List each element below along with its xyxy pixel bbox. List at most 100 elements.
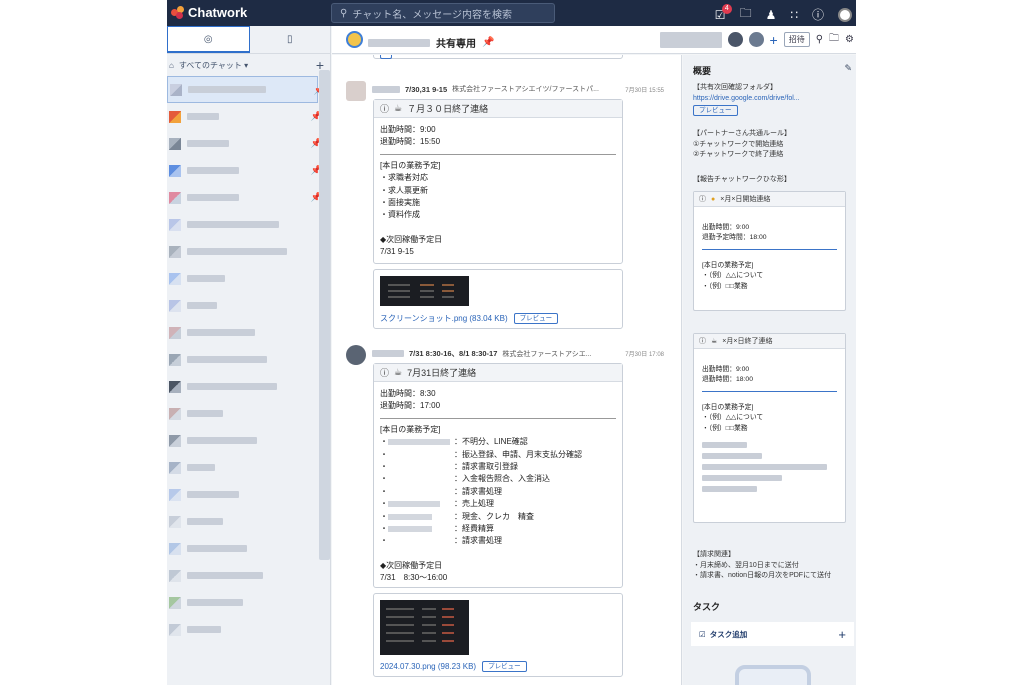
room-name-redacted [187, 248, 287, 255]
member-avatar[interactable] [727, 32, 743, 47]
member-count-avatar[interactable] [748, 32, 764, 47]
sidebar-room-item[interactable]: 📌 [167, 103, 330, 130]
sidebar-room-item[interactable] [167, 211, 330, 238]
sidebar-room-item[interactable] [167, 292, 330, 319]
room-name-redacted [187, 275, 225, 282]
settings-gear-icon[interactable]: ⚙ [845, 34, 854, 45]
redacted-block [702, 442, 837, 493]
next-shift-value: 7/31 8:30～16:00 [380, 573, 448, 583]
section-title: [本日の業務予定] [380, 424, 441, 434]
add-member-icon[interactable]: + [770, 32, 778, 48]
search-icon: ⚲ [340, 7, 348, 19]
task-title: ７月３０日終了連絡 [407, 104, 489, 114]
sidebar-room-item[interactable] [167, 265, 330, 292]
sender-avatar[interactable] [346, 81, 366, 101]
preview-button[interactable] [380, 55, 392, 59]
template-line: 出勤時間：9:00 [702, 224, 750, 231]
info-icon[interactable]: ⓘ [699, 194, 706, 204]
app-logo[interactable]: Chatwork [171, 5, 247, 20]
preview-button[interactable]: プレビュー [693, 105, 738, 117]
tab-bookmarks[interactable]: ▯ [250, 26, 331, 53]
clock-out-line: 退勤時間：17:00 [380, 401, 441, 411]
edit-pencil-icon[interactable]: ✎ [844, 63, 852, 74]
bullet: ・ [380, 511, 388, 521]
sidebar-room-item[interactable] [167, 562, 330, 589]
sidebar-room-item[interactable] [167, 589, 330, 616]
sidebar-room-item[interactable] [167, 535, 330, 562]
sidebar-room-item[interactable] [167, 346, 330, 373]
contacts-icon[interactable]: ♟ [766, 8, 777, 22]
sidebar-room-item[interactable]: 📌 [167, 157, 330, 184]
room-icon [169, 542, 181, 555]
add-task-plus-icon[interactable]: + [838, 627, 846, 642]
attachment-filename[interactable]: 2024.07.30.png (98.23 KB) [380, 662, 476, 671]
search-icon[interactable]: ⚲ [816, 34, 823, 45]
info-icon[interactable]: ⓘ [812, 6, 824, 23]
template-card-header: ⓘ ● ×月×日開始連絡 [694, 192, 845, 207]
pin-icon[interactable]: 📌 [482, 37, 494, 48]
message-time: 7月30日 17:08 [625, 352, 664, 358]
bullet: ・ [380, 524, 388, 534]
info-icon[interactable]: ⓘ [380, 366, 389, 379]
sidebar-room-item[interactable]: 📌 [167, 76, 325, 103]
template-line: 出勤時間：9:00 [702, 366, 750, 373]
info-icon[interactable]: ⓘ [380, 102, 389, 115]
template-line: ・（例）△△について [702, 414, 764, 422]
task-item: ・ ：現金、クレカ 精査 [380, 511, 616, 523]
search-input[interactable]: ⚲ チャット名、メッセージ内容を検索 [331, 3, 555, 23]
room-icon [169, 164, 181, 177]
room-name-redacted [187, 599, 243, 606]
screenshot-thumbnail[interactable] [380, 600, 469, 655]
sidebar-room-item[interactable] [167, 481, 330, 508]
room-title-text: 共有専用 [436, 39, 476, 50]
sidebar-room-item[interactable] [167, 319, 330, 346]
preview-button[interactable]: プレビュー [513, 313, 559, 324]
sidebar-room-item[interactable] [167, 454, 330, 481]
info-icon[interactable]: ⓘ [699, 336, 706, 346]
sender-avatar[interactable] [346, 345, 366, 365]
template-start-card: ⓘ ● ×月×日開始連絡 出勤時間：9:00 退勤予定時間：18:00 [本日の… [693, 191, 846, 311]
template-card-title: ×月×日終了連絡 [722, 338, 773, 345]
divider [702, 248, 837, 250]
chat-filter[interactable]: ⌂ すべてのチャット ▾ + [167, 54, 330, 76]
room-icon [169, 569, 181, 582]
room-name-redacted [187, 221, 279, 228]
sidebar-room-item[interactable] [167, 616, 330, 643]
sidebar-room-item[interactable] [167, 400, 330, 427]
task-check-icon[interactable]: ☑ 4 [715, 3, 732, 22]
summary-title: 概要 [693, 66, 712, 76]
invite-button[interactable]: 招待 [783, 32, 810, 47]
chat-list-sidebar: ◎ ▯ ⌂ すべてのチャット ▾ + 📌📌📌📌📌 [167, 26, 331, 685]
chatwork-logo-icon [171, 6, 184, 19]
search-placeholder: チャット名、メッセージ内容を検索 [352, 9, 513, 21]
sidebar-room-item[interactable]: 📌 [167, 184, 330, 211]
user-avatar[interactable] [838, 7, 852, 22]
top-bar: Chatwork ⚲ チャット名、メッセージ内容を検索 ☑ 4 🗀 ♟ ∷ ⓘ [167, 0, 856, 26]
folder-link[interactable]: https://drive.google.com/drive/fol... [693, 94, 800, 105]
folder-icon[interactable]: 🗀 [829, 31, 839, 48]
preview-button[interactable]: プレビュー [482, 661, 527, 672]
member-avatars[interactable] [659, 31, 722, 48]
task-item: ・ ：請求書処理 [380, 486, 616, 498]
sidebar-scrollbar[interactable] [319, 70, 330, 560]
folder-icon[interactable]: 🗀 [740, 4, 752, 25]
bullet: ・ [380, 499, 388, 509]
room-name-redacted [187, 113, 219, 120]
attachment-filename[interactable]: スクリーンショット.png (83.04 KB) [380, 313, 508, 324]
apps-grid-icon[interactable]: ∷ [790, 8, 798, 22]
task-item-list: ・：不明分、LINE確認・：振込登録、申請、月末支払分確認・：請求書取引登録・：… [380, 436, 616, 548]
rule-line: ②チャットワークで終了連絡 [693, 151, 784, 159]
sidebar-room-item[interactable] [167, 373, 330, 400]
cup-icon: ☕ [394, 103, 403, 113]
sidebar-room-item[interactable]: 📌 [167, 130, 330, 157]
sidebar-room-item[interactable] [167, 238, 330, 265]
add-task-button[interactable]: ☑ タスク追加 + [691, 622, 854, 646]
room-name-redacted [187, 383, 277, 390]
screenshot-thumbnail[interactable] [380, 276, 469, 306]
tab-chats[interactable]: ◎ [167, 26, 250, 53]
sidebar-room-item[interactable] [167, 508, 330, 535]
sidebar-room-item[interactable] [167, 427, 330, 454]
